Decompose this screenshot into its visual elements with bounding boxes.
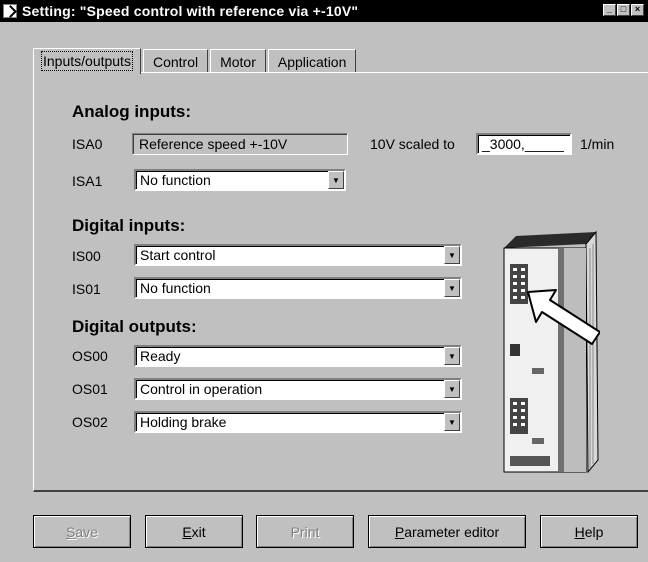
isa0-scaled-label: 10V scaled to bbox=[370, 136, 455, 152]
minimize-button[interactable]: _ bbox=[603, 4, 616, 16]
is00-label: IS00 bbox=[72, 248, 101, 264]
maximize-button[interactable]: □ bbox=[617, 4, 630, 16]
is01-label: IS01 bbox=[72, 281, 101, 297]
digital-outputs-heading: Digital outputs: bbox=[72, 317, 197, 336]
chevron-down-icon[interactable]: ▼ bbox=[444, 413, 460, 431]
is01-select[interactable]: No function ▼ bbox=[134, 277, 462, 299]
os02-select[interactable]: Holding brake ▼ bbox=[134, 411, 462, 433]
exit-button[interactable]: Exit bbox=[145, 515, 243, 548]
os02-label: OS02 bbox=[72, 414, 108, 430]
os00-value: Ready bbox=[140, 348, 181, 364]
isa1-value: No function bbox=[140, 172, 211, 188]
os01-value: Control in operation bbox=[140, 381, 263, 397]
isa1-select[interactable]: No function ▼ bbox=[134, 169, 346, 191]
analog-inputs-heading: Analog inputs: bbox=[72, 102, 191, 121]
title-bar: Setting: "Speed control with reference v… bbox=[0, 0, 648, 22]
isa0-label: ISA0 bbox=[72, 136, 103, 152]
help-button[interactable]: Help bbox=[540, 515, 638, 548]
chevron-down-icon[interactable]: ▼ bbox=[444, 380, 460, 398]
os01-select[interactable]: Control in operation ▼ bbox=[134, 378, 462, 400]
os01-label: OS01 bbox=[72, 381, 108, 397]
window-controls: _ □ × bbox=[603, 4, 644, 16]
digital-inputs-heading: Digital inputs: bbox=[72, 216, 186, 235]
tab-motor[interactable]: Motor bbox=[210, 49, 266, 73]
chevron-down-icon[interactable]: ▼ bbox=[444, 347, 460, 365]
isa0-scale-input[interactable]: _3000,_____ bbox=[476, 133, 572, 155]
tab-control[interactable]: Control bbox=[142, 49, 209, 73]
save-button[interactable]: Save bbox=[33, 515, 131, 548]
isa0-value: Reference speed +-10V bbox=[132, 133, 348, 155]
os00-label: OS00 bbox=[72, 348, 108, 364]
tab-application[interactable]: Application bbox=[267, 49, 357, 73]
window-title: Setting: "Speed control with reference v… bbox=[22, 3, 359, 19]
is01-value: No function bbox=[140, 280, 211, 296]
app-icon bbox=[3, 4, 17, 18]
drive-device-illustration bbox=[503, 230, 600, 474]
is00-value: Start control bbox=[140, 247, 216, 263]
chevron-down-icon[interactable]: ▼ bbox=[444, 279, 460, 297]
os02-value: Holding brake bbox=[140, 414, 227, 430]
os00-select[interactable]: Ready ▼ bbox=[134, 345, 462, 367]
chevron-down-icon[interactable]: ▼ bbox=[444, 246, 460, 264]
tab-strip: Inputs/outputs Control Motor Application bbox=[33, 47, 358, 74]
is00-select[interactable]: Start control ▼ bbox=[134, 244, 462, 266]
chevron-down-icon[interactable]: ▼ bbox=[328, 171, 344, 189]
close-button[interactable]: × bbox=[631, 4, 644, 16]
tab-inputs-outputs[interactable]: Inputs/outputs bbox=[33, 48, 141, 74]
isa0-unit: 1/min bbox=[580, 136, 615, 152]
isa1-label: ISA1 bbox=[72, 173, 103, 189]
parameter-editor-button[interactable]: Parameter editor bbox=[368, 515, 526, 548]
print-button[interactable]: Print bbox=[256, 515, 354, 548]
